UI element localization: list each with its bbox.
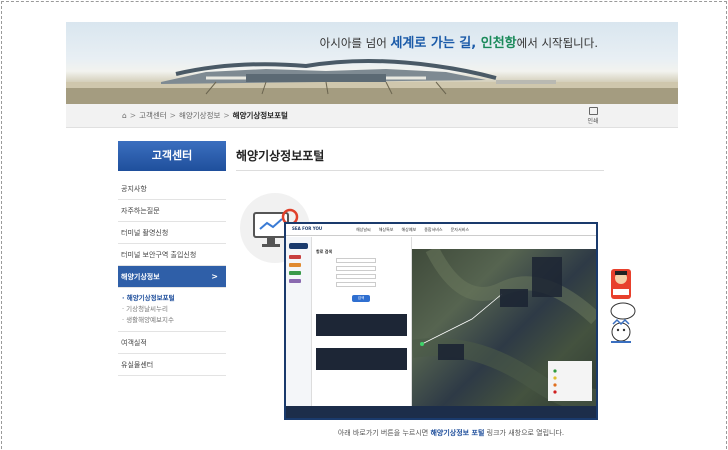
screenshot-nav-item: 문자서비스 [450, 227, 470, 232]
sidebar-submenu: · 해양기상정보포털 · 기상청날씨누리 · 생활해양예보지수 [118, 288, 226, 332]
print-button[interactable]: 인쇄 [586, 107, 600, 125]
sidebar-item-faq[interactable]: 자주하는질문 [118, 200, 226, 222]
link-note-text: 아래 바로가기 버튼을 누르시면 [337, 429, 431, 437]
submenu-item-marine-index[interactable]: · 생활해양예보지수 [122, 315, 226, 326]
submenu-item-weather-portal[interactable]: · 해양기상정보포털 [122, 293, 226, 304]
weather-portal-link[interactable]: 해양기상정보 포털 [430, 429, 484, 437]
screenshot-logo: SEA FOR YOU [292, 226, 323, 231]
slogan-highlight-green: 인천항 [480, 36, 517, 51]
map-overlay [410, 245, 605, 411]
breadcrumb-item-customer[interactable]: 고객센터 [139, 111, 167, 120]
sidebar-item-weather[interactable]: 해양기상정보 > [118, 266, 226, 288]
screenshot-nav-item: 해상날씨 [356, 227, 371, 232]
slogan-text-end: 에서 시작됩니다. [516, 36, 598, 50]
screenshot-map [410, 245, 605, 411]
submenu-item-kma[interactable]: · 기상청날씨누리 [122, 304, 226, 315]
mascot-icon [609, 267, 633, 301]
screenshot-nav-item: 종합서비스 [424, 227, 443, 232]
page-frame-right [726, 1, 727, 449]
sidebar-item-notice[interactable]: 공지사항 [118, 178, 226, 200]
header-banner: 아시아를 넘어 세계로 가는 길, 인천항에서 시작됩니다. [66, 22, 678, 104]
slogan-text: 아시아를 넘어 [319, 36, 391, 50]
breadcrumb: ⌂ > 고객센터 > 해양기상정보 > 해양기상정보포털 [122, 110, 288, 121]
breadcrumb-current: 해양기상정보포털 [232, 111, 288, 120]
link-instruction: 아래 바로가기 버튼을 누르시면 해양기상정보 포털 링크가 새창으로 열립니다… [0, 428, 728, 438]
screenshot-nav-item: 해상특보 [378, 227, 394, 232]
screenshot-nav: 해상날씨 해상특보 해상예보 종합서비스 문자서비스 [356, 227, 477, 233]
banner-slogan: 아시아를 넘어 세계로 가는 길, 인천항에서 시작됩니다. [320, 32, 598, 51]
sidebar-menu: 공지사항 자주하는질문 터미널 촬영신청 터미널 보안구역 출입신청 해양기상정… [118, 178, 226, 376]
portal-screenshot[interactable]: SEA FOR YOU 해상날씨 해상특보 해상예보 종합서비스 문자서비스 항로 검색… [284, 222, 605, 420]
print-label: 인쇄 [587, 118, 599, 125]
page-title: 해양기상정보포털 [236, 149, 325, 163]
breadcrumb-item-weather[interactable]: 해양기상정보 [179, 111, 220, 120]
home-icon[interactable]: ⌂ [122, 111, 127, 120]
sidebar-item-lost-found[interactable]: 유실물센터 [118, 354, 226, 376]
title-divider [236, 170, 604, 171]
sidebar-item-passenger-stats[interactable]: 여객실적 [118, 332, 226, 354]
link-note-text-end: 링크가 새창으로 열립니다. [484, 429, 565, 437]
breadcrumb-bar: ⌂ > 고객센터 > 해양기상정보 > 해양기상정보포털 인쇄 [66, 104, 678, 128]
sidebar-title: 고객센터 [118, 141, 226, 171]
printer-icon [588, 107, 598, 115]
mascot-cartoon-icon [607, 302, 637, 348]
sidebar-item-filming[interactable]: 터미널 촬영신청 [118, 222, 226, 244]
screenshot-side-nav [286, 237, 312, 406]
screenshot-search-label: 항로 검색 [316, 249, 333, 254]
screenshot-footer [286, 406, 596, 418]
screenshot-search-panel: 항로 검색 검색 [312, 237, 412, 406]
breadcrumb-separator: > [223, 111, 230, 120]
screenshot-topbar: SEA FOR YOU 해상날씨 해상특보 해상예보 종합서비스 문자서비스 [286, 224, 596, 236]
screenshot-nav-item: 해상예보 [401, 227, 417, 232]
sidebar-item-security-access[interactable]: 터미널 보안구역 출입신청 [118, 244, 226, 266]
chevron-right-icon: > [211, 272, 218, 281]
screenshot-search-button: 검색 [352, 295, 370, 302]
slogan-highlight-blue: 세계로 가는 길, [390, 36, 481, 51]
sidebar-item-weather-label: 해양기상정보 [121, 273, 160, 281]
breadcrumb-separator: > [169, 111, 176, 120]
breadcrumb-separator: > [129, 111, 137, 120]
